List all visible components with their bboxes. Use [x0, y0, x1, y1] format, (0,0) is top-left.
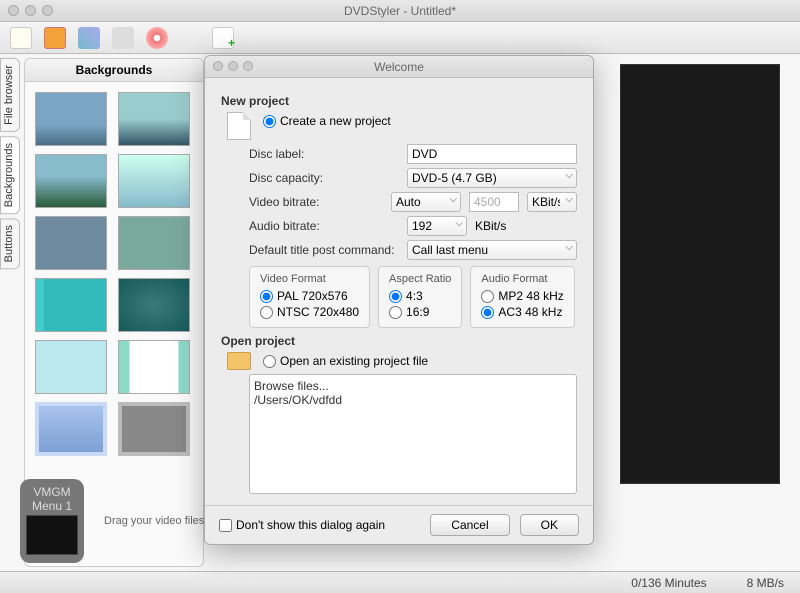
status-minutes: 0/136 Minutes [631, 576, 706, 590]
audio-bitrate-val[interactable]: 192 [407, 216, 467, 236]
tab-buttons[interactable]: Buttons [0, 218, 20, 269]
bg-thumb[interactable] [118, 340, 190, 394]
main-toolbar: + [0, 22, 800, 54]
video-bitrate-unit[interactable]: KBit/s [527, 192, 577, 212]
post-cmd-select[interactable]: Call last menu [407, 240, 577, 260]
document-icon [227, 112, 251, 140]
brush-icon[interactable] [78, 27, 100, 49]
bg-thumb[interactable] [35, 340, 107, 394]
audio-bitrate-unit: KBit/s [475, 219, 506, 233]
pal-radio[interactable]: PAL 720x576 [260, 289, 359, 303]
dialog-traffic-lights[interactable] [213, 61, 253, 71]
backgrounds-title: Backgrounds [25, 59, 203, 82]
dont-show-checkbox[interactable]: Don't show this dialog again [219, 518, 385, 532]
browse-files-item[interactable]: Browse files... [254, 379, 572, 393]
window-title: DVDStyler - Untitled* [344, 4, 456, 18]
mp2-radio[interactable]: MP2 48 kHz [481, 289, 563, 303]
new-project-heading: New project [221, 94, 577, 108]
vmgm-label: VMGM [26, 485, 78, 499]
open-project-heading: Open project [221, 334, 577, 348]
aspect-ratio-group: Aspect Ratio 4:3 16:9 [378, 266, 462, 328]
menu-preview [620, 64, 780, 484]
status-rate: 8 MB/s [747, 576, 784, 590]
ac3-radio[interactable]: AC3 48 kHz [481, 305, 563, 319]
video-bitrate-val [469, 192, 519, 212]
disc-label-lbl: Disc label: [249, 147, 399, 161]
dialog-titlebar: Welcome [205, 56, 593, 78]
disc-capacity-lbl: Disc capacity: [249, 171, 399, 185]
audio-bitrate-lbl: Audio bitrate: [249, 219, 399, 233]
folder-icon [227, 352, 251, 370]
vmgm-menu-label: Menu 1 [26, 499, 78, 513]
aspect-169-radio[interactable]: 16:9 [389, 305, 451, 319]
recent-file-item[interactable]: /Users/OK/vdfdd [254, 393, 572, 407]
bg-thumb[interactable] [118, 278, 190, 332]
disc-label-input[interactable] [407, 144, 577, 164]
dialog-title: Welcome [374, 60, 424, 74]
bg-thumb[interactable] [118, 216, 190, 270]
welcome-dialog: Welcome New project Create a new project… [204, 55, 594, 545]
wrench-icon[interactable] [112, 27, 134, 49]
cancel-button[interactable]: Cancel [430, 514, 509, 536]
bg-thumb[interactable] [118, 92, 190, 146]
tab-file-browser[interactable]: File browser [0, 58, 20, 132]
vmgm-block[interactable]: VMGM Menu 1 [20, 479, 84, 563]
ntsc-radio[interactable]: NTSC 720x480 [260, 305, 359, 319]
disc-capacity-select[interactable]: DVD-5 (4.7 GB) [407, 168, 577, 188]
tab-backgrounds[interactable]: Backgrounds [0, 136, 20, 214]
open-project-radio[interactable]: Open an existing project file [263, 354, 428, 368]
post-cmd-lbl: Default title post command: [249, 243, 399, 257]
video-bitrate-lbl: Video bitrate: [249, 195, 383, 209]
ok-button[interactable]: OK [520, 514, 579, 536]
video-bitrate-mode[interactable]: Auto [391, 192, 461, 212]
bg-thumb[interactable] [35, 154, 107, 208]
recent-files-list[interactable]: Browse files... /Users/OK/vdfdd [249, 374, 577, 494]
bg-thumb[interactable] [35, 216, 107, 270]
audio-format-group: Audio Format MP2 48 kHz AC3 48 kHz [470, 266, 574, 328]
video-format-group: Video Format PAL 720x576 NTSC 720x480 [249, 266, 370, 328]
bg-thumb[interactable] [118, 402, 190, 456]
new-icon[interactable] [10, 27, 32, 49]
main-titlebar: DVDStyler - Untitled* [0, 0, 800, 22]
bg-thumb[interactable] [118, 154, 190, 208]
traffic-lights[interactable] [8, 5, 53, 16]
statusbar: 0/136 Minutes 8 MB/s [0, 571, 800, 593]
bg-thumb[interactable] [35, 402, 107, 456]
open-icon[interactable] [44, 27, 66, 49]
create-project-radio[interactable]: Create a new project [263, 114, 391, 128]
bg-thumb[interactable] [35, 278, 107, 332]
disc-icon[interactable] [146, 27, 168, 49]
menu-thumb[interactable] [26, 515, 78, 555]
bg-thumb[interactable] [35, 92, 107, 146]
add-icon[interactable]: + [212, 27, 234, 49]
aspect-43-radio[interactable]: 4:3 [389, 289, 451, 303]
